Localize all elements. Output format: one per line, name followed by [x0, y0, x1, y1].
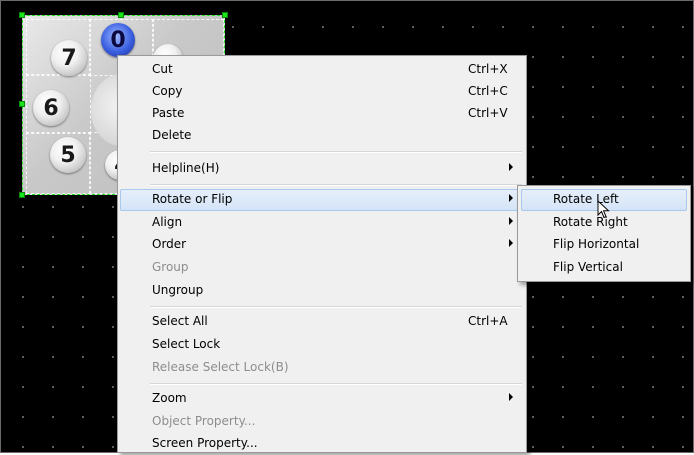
- menu-separator: [150, 306, 522, 308]
- menu-separator: [150, 151, 522, 153]
- menu-item-label: Select Lock: [152, 337, 221, 351]
- menu-item-object-property: Object Property...: [120, 411, 524, 433]
- menu-separator: [150, 184, 522, 186]
- menu-item-order[interactable]: Order: [120, 234, 524, 256]
- menu-item-shortcut: Ctrl+A: [468, 314, 508, 328]
- selection-handle-bottom-left[interactable]: [19, 192, 25, 198]
- menu-item-ungroup[interactable]: Ungroup: [120, 280, 524, 302]
- context-menu: Cut Ctrl+X Copy Ctrl+C Paste Ctrl+V Dele…: [117, 55, 527, 453]
- submenu-item-label: Flip Horizontal: [553, 237, 640, 251]
- submenu-item-label: Rotate Right: [553, 215, 628, 229]
- menu-item-release-select-lock: Release Select Lock(B): [120, 357, 524, 379]
- menu-item-label: Copy: [152, 84, 183, 98]
- menu-item-label: Screen Property...: [152, 436, 258, 450]
- selection-handle-top-left[interactable]: [19, 12, 25, 18]
- keypad-key-7: 7: [51, 40, 87, 76]
- submenu-arrow-icon: [509, 217, 513, 225]
- menu-item-label: Align: [152, 215, 183, 229]
- menu-item-select-all[interactable]: Select All Ctrl+A: [120, 311, 524, 333]
- menu-item-delete[interactable]: Delete: [120, 125, 524, 147]
- menu-item-align[interactable]: Align: [120, 212, 524, 234]
- menu-item-group: Group: [120, 257, 524, 279]
- menu-item-label: Paste: [152, 106, 185, 120]
- submenu-item-label: Flip Vertical: [553, 260, 623, 274]
- menu-separator: [150, 383, 522, 385]
- submenu-arrow-icon: [509, 163, 513, 171]
- keypad-key-5: 5: [50, 137, 86, 173]
- keypad-key-0: 0: [101, 23, 135, 57]
- menu-item-label: Object Property...: [152, 414, 256, 428]
- menu-item-copy[interactable]: Copy Ctrl+C: [120, 81, 524, 103]
- menu-item-screen-property[interactable]: Screen Property...: [120, 433, 524, 455]
- menu-item-label: Rotate or Flip: [152, 192, 233, 206]
- menu-item-zoom[interactable]: Zoom: [120, 388, 524, 410]
- menu-item-label: Ungroup: [152, 283, 204, 297]
- menu-item-cut[interactable]: Cut Ctrl+X: [120, 59, 524, 81]
- submenu-item-flip-horizontal[interactable]: Flip Horizontal: [521, 234, 687, 256]
- menu-item-label: Zoom: [152, 391, 187, 405]
- menu-item-label: Select All: [152, 314, 208, 328]
- menu-item-label: Delete: [152, 128, 192, 142]
- menu-item-label: Order: [152, 237, 187, 251]
- menu-item-shortcut: Ctrl+X: [468, 62, 508, 76]
- mouse-cursor-icon: [597, 200, 610, 219]
- menu-item-label: Release Select Lock(B): [152, 360, 289, 374]
- submenu-arrow-icon: [509, 194, 513, 202]
- submenu-arrow-icon: [509, 239, 513, 247]
- menu-item-label: Cut: [152, 62, 173, 76]
- menu-item-shortcut: Ctrl+V: [468, 106, 508, 120]
- menu-item-helpline[interactable]: Helpline(H): [120, 158, 524, 180]
- keypad-key-6: 6: [33, 90, 69, 126]
- submenu-item-flip-vertical[interactable]: Flip Vertical: [521, 257, 687, 279]
- selection-handle-top-right[interactable]: [222, 12, 228, 18]
- selection-handle-left[interactable]: [19, 101, 25, 107]
- selection-handle-top[interactable]: [118, 12, 124, 18]
- submenu-arrow-icon: [509, 393, 513, 401]
- menu-item-label: Group: [152, 260, 189, 274]
- menu-item-select-lock[interactable]: Select Lock: [120, 334, 524, 356]
- menu-item-shortcut: Ctrl+C: [468, 84, 508, 98]
- menu-item-rotate-or-flip[interactable]: Rotate or Flip: [120, 189, 524, 211]
- menu-item-paste[interactable]: Paste Ctrl+V: [120, 103, 524, 125]
- menu-item-label: Helpline(H): [152, 161, 220, 175]
